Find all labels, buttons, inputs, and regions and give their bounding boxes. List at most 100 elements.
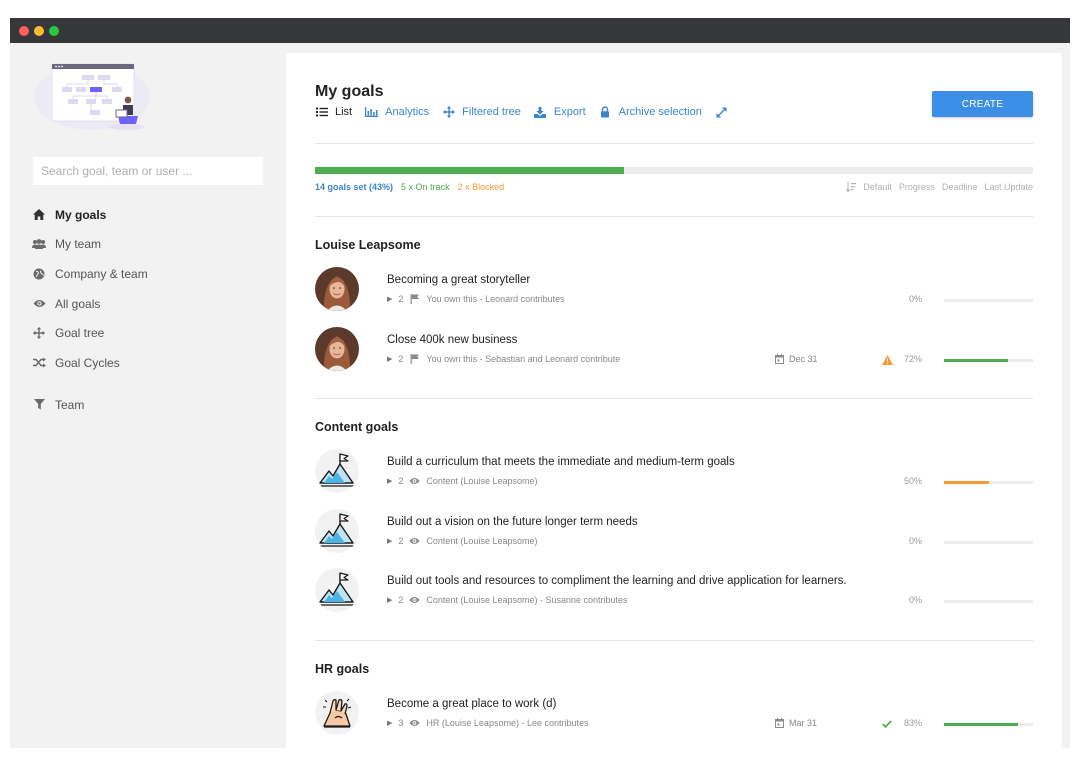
sidebar-nav: My goals My team Company & team All goal… [32,200,272,412]
expand-caret-icon[interactable]: ▶ [387,596,392,604]
globe-icon [32,267,46,281]
sort-last-update[interactable]: Last Update [984,182,1033,192]
expand-caret-icon[interactable]: ▶ [387,537,392,545]
eye-icon [32,297,46,311]
search-input[interactable] [33,157,263,185]
owner-avatar [315,327,359,371]
goal-progress-fill [944,723,1018,726]
sidebar-item-my-team[interactable]: My team [32,230,272,260]
goal-avatar [315,691,359,735]
overall-progress-bar [315,167,1033,174]
goal-meta: ▶ 2 Content (Louise Leapsome) [387,476,537,486]
export-button[interactable]: Export [534,106,586,118]
divider [315,216,1033,217]
goal-ownership: You own this - Leonard contributes [426,294,565,304]
sidebar-item-label: My team [55,237,102,252]
archive-selection-button[interactable]: Archive selection [599,106,702,118]
goal-progress-bar [944,541,1033,544]
sidebar-item-all-goals[interactable]: All goals [32,289,272,319]
expand-caret-icon[interactable]: ▶ [387,477,392,485]
tab-filtered-tree[interactable]: Filtered tree [442,106,521,118]
goal-progress-percent: 83% [903,718,922,728]
download-icon [534,106,547,118]
goal-row[interactable]: Build a curriculum that meets the immedi… [315,449,1033,497]
sidebar-item-my-goals[interactable]: My goals [32,200,272,230]
goal-title[interactable]: Close 400k new business [387,334,517,346]
key-results-count: 2 [398,595,404,605]
calendar-icon [775,354,784,364]
goal-ownership: HR (Louise Leapsome) - Lee contributes [426,718,589,728]
goal-meta: ▶ 3 HR (Louise Leapsome) - Lee contributes [387,718,589,728]
owner-avatar [315,267,359,311]
sort-options: Default Progress Deadline Last Update [846,182,1033,192]
goal-meta: ▶ 2 Content (Louise Leapsome) [387,536,537,546]
deadline-date: Mar 31 [789,718,818,728]
expand-icon [715,106,728,118]
goals-set-count[interactable]: 14 goals set (43%) [315,182,393,192]
group-title: Louise Leapsome [315,238,421,252]
goal-ownership: Content (Louise Leapsome) [426,476,538,486]
goal-title[interactable]: Becoming a great storyteller [387,274,530,286]
goal-stats: 14 goals set (43%) 5 x On track 2 x Bloc… [315,182,512,192]
archive-selection-label: Archive selection [618,106,702,118]
filter-icon [32,398,46,412]
page-title: My goals [315,83,384,100]
goal-meta: ▶ 2 You own this - Sebastian and Leonard c… [387,354,620,364]
goal-avatar [315,509,359,553]
team-filter[interactable]: Team [32,390,84,420]
goal-row[interactable]: Build out a vision on the future longer … [315,509,1033,557]
tab-analytics[interactable]: Analytics [365,106,429,118]
goal-deadline: Mar 31 [775,718,817,728]
goal-title[interactable]: Build out a vision on the future longer … [387,516,638,528]
sidebar: My goals My team Company & team All goal… [10,43,280,748]
goal-progress-percent: 50% [903,476,922,486]
check-icon [881,718,893,729]
sidebar-item-goal-cycles[interactable]: Goal Cycles [32,348,272,378]
sidebar-item-label: Goal tree [55,326,105,341]
expand-caret-icon[interactable]: ▶ [387,719,392,727]
sidebar-item-goal-tree[interactable]: Goal tree [32,318,272,348]
goal-title[interactable]: Build a curriculum that meets the immedi… [387,456,735,468]
minimize-window-button[interactable] [34,26,44,36]
blocked-count[interactable]: 2 x Blocked [458,182,505,192]
key-results-count: 2 [398,536,404,546]
goal-progress-bar [944,481,1033,484]
goal-row[interactable]: Become a great place to work (d) ▶ 3 HR (Lo… [315,691,1033,739]
goal-progress-fill [944,359,1009,362]
expand-caret-icon[interactable]: ▶ [387,355,392,363]
expand-caret-icon[interactable]: ▶ [387,295,392,303]
goal-row[interactable]: Becoming a great storyteller ▶ 2 You own th… [315,267,1033,315]
team-filter-label: Team [55,397,85,412]
goal-row[interactable]: Close 400k new business ▶ 2 You own this - … [315,327,1033,375]
sidebar-item-company-team[interactable]: Company & team [32,259,272,289]
sort-deadline[interactable]: Deadline [942,182,978,192]
key-results-count: 2 [398,354,404,364]
main-panel: My goals List Analytics Filtered tree Ex… [286,53,1062,748]
goal-ownership: Content (Louise Leapsome) [426,536,538,546]
app-window: My goals My team Company & team All goal… [10,18,1070,748]
goal-avatar [315,449,359,493]
goal-title[interactable]: Become a great place to work (d) [387,698,556,710]
key-results-count: 2 [398,476,404,486]
sort-default[interactable]: Default [863,182,892,192]
eye-icon [409,476,420,486]
goal-progress-bar [944,600,1033,603]
sort-progress[interactable]: Progress [899,182,935,192]
maximize-window-button[interactable] [49,26,59,36]
goal-row[interactable]: Build out tools and resources to complim… [315,568,1033,616]
tab-list[interactable]: List [315,106,352,118]
goal-progress-fill [944,481,989,484]
create-button[interactable]: CREATE [932,91,1033,117]
tab-analytics-label: Analytics [385,106,430,118]
flag-icon [409,354,420,364]
expand-view-button[interactable] [715,106,735,118]
goal-title[interactable]: Build out tools and resources to complim… [387,575,847,587]
close-window-button[interactable] [19,26,29,36]
shuffle-icon [32,356,46,370]
eye-icon [409,595,420,605]
deadline-date: Dec 31 [789,354,818,364]
sidebar-item-label: All goals [55,296,101,311]
eye-icon [409,718,420,728]
on-track-count[interactable]: 5 x On track [401,182,450,192]
move-arrows-icon [442,106,455,118]
